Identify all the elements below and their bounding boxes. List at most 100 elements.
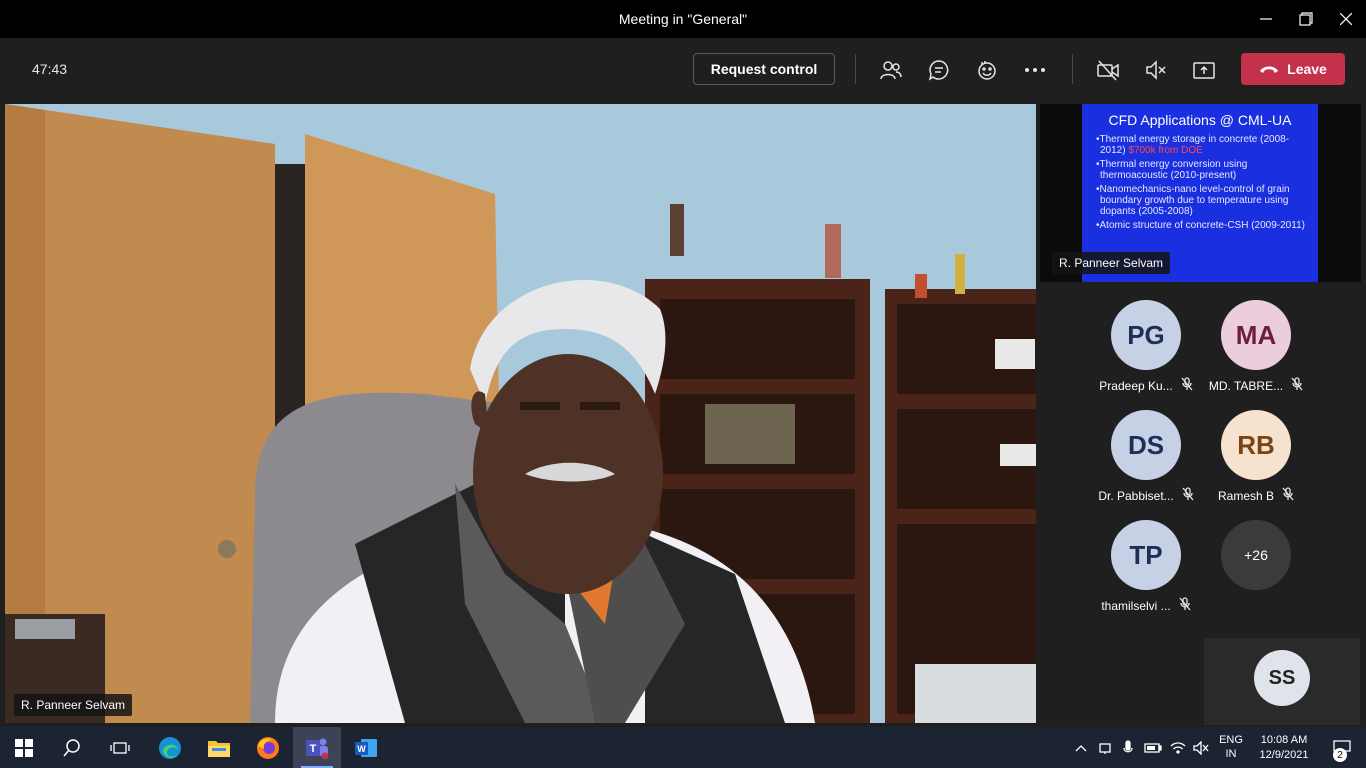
close-icon [1340,13,1352,25]
minimize-icon [1260,18,1272,20]
language-code: ENG [1219,734,1243,746]
avatar: DS [1111,410,1181,480]
task-view-button[interactable] [96,727,144,768]
toolbar-divider [855,54,856,84]
more-options-button[interactable] [1020,55,1050,85]
participants-panel: CFD Applications @ CML-UA •Thermal energ… [1036,104,1366,725]
mic-off-icon [1182,487,1194,504]
start-button[interactable] [0,727,48,768]
participant-name: Ramesh B [1217,488,1275,503]
edge-icon [159,736,181,759]
svg-text:T: T [310,743,317,755]
camera-toggle-button[interactable] [1093,55,1123,85]
slide-bullet: •Thermal energy storage in concrete (200… [1096,134,1290,156]
clock-date: 12/9/2021 [1259,749,1309,761]
more-icon [1025,68,1045,72]
slide-bullet: •Nanomechanics-nano level-control of gra… [1096,184,1290,217]
more-participants-tile[interactable]: +26 [1201,520,1311,620]
request-control-button[interactable]: Request control [693,53,835,85]
wifi-icon [1170,741,1186,754]
taskbar-word[interactable]: W [342,727,390,768]
chat-icon [928,60,949,81]
participant-name: thamilselvi ... [1101,598,1171,613]
participant-name: MD. TABRE... [1208,378,1284,393]
reactions-icon [978,61,996,80]
file-explorer-icon [208,740,230,757]
clock-time: 10:08 AM [1260,734,1308,746]
close-button[interactable] [1323,0,1366,38]
participant-tile[interactable]: DS Dr. Pabbiset... [1091,410,1201,510]
avatar: RB [1221,410,1291,480]
participants-button[interactable] [876,55,906,85]
participant-tile[interactable]: MA MD. TABRE... [1201,300,1311,400]
windows-taskbar: T W ENG IN 10:08 AM 12/9/2021 2 [0,727,1366,768]
taskbar-teams[interactable]: T [293,727,341,768]
reactions-button[interactable] [972,55,1002,85]
slide-bullet: •Atomic structure of concrete-CSH (2009-… [1096,220,1305,231]
slide-bullet: •Thermal energy conversion using thermoa… [1096,159,1248,181]
share-screen-button[interactable] [1189,55,1219,85]
tray-device-button[interactable] [1094,727,1116,768]
device-icon [1099,742,1111,754]
share-screen-icon [1193,62,1215,79]
participants-icon [880,61,902,80]
shared-content-tile[interactable]: CFD Applications @ CML-UA •Thermal energ… [1040,104,1361,282]
restore-icon [1299,12,1313,26]
input-language-button[interactable]: ENG IN [1214,733,1248,761]
search-icon [63,738,80,756]
leave-button[interactable]: Leave [1241,53,1345,85]
windows-start-icon [15,738,33,757]
word-icon: W [355,738,377,757]
toolbar-divider [1072,54,1073,84]
mic-off-icon [1291,377,1303,394]
overflow-count: +26 [1221,520,1291,590]
mic-off-icon [1179,597,1191,614]
participant-tile[interactable]: PG Pradeep Ku... [1091,300,1201,400]
share-presenter-name-tag: R. Panneer Selvam [1052,252,1171,274]
window-title: Meeting in "General" [618,11,748,27]
avatar: PG [1111,300,1181,370]
microphone-icon [1123,739,1133,752]
task-view-icon [110,741,130,754]
speaker-muted-icon [1146,60,1166,80]
participant-tile[interactable]: RB Ramesh B [1201,410,1311,510]
participant-name: Dr. Pabbiset... [1098,488,1174,503]
battery-icon [1144,742,1162,753]
participant-tile[interactable]: TP thamilselvi ... [1091,520,1201,620]
mic-off-icon [1282,487,1294,504]
self-view-tile[interactable]: SS [1204,638,1360,725]
language-region: IN [1225,748,1237,760]
title-bar: Meeting in "General" [0,0,1366,38]
notification-count-badge: 2 [1333,748,1347,762]
hang-up-icon [1260,66,1279,73]
chat-button[interactable] [924,55,954,85]
taskbar-file-explorer[interactable] [195,727,243,768]
presenter-video-image [5,104,1036,723]
avatar: TP [1111,520,1181,590]
meeting-timer: 47:43 [32,61,68,77]
firefox-icon [257,736,279,759]
tray-battery-button[interactable] [1141,727,1165,768]
self-avatar: SS [1254,650,1310,706]
slide-title: CFD Applications @ CML-UA [1108,112,1292,128]
taskbar-search-button[interactable] [48,727,96,768]
volume-muted-icon [1193,740,1209,755]
presenter-name-tag: R. Panneer Selvam [14,694,133,716]
taskbar-firefox[interactable] [244,727,292,768]
svg-text:W: W [357,744,366,754]
taskbar-clock[interactable]: 10:08 AM 12/9/2021 [1250,733,1318,763]
main-video-feed[interactable]: R. Panneer Selvam [5,104,1036,723]
teams-icon: T [306,738,329,759]
leave-label: Leave [1287,61,1327,77]
participant-name: Pradeep Ku... [1099,378,1173,393]
taskbar-edge[interactable] [146,727,194,768]
tray-network-button[interactable] [1167,727,1189,768]
chevron-up-icon [1075,744,1087,751]
show-hidden-icons-button[interactable] [1070,727,1092,768]
speaker-toggle-button[interactable] [1141,55,1171,85]
tray-microphone-button[interactable] [1117,727,1139,768]
meeting-toolbar: 47:43 Request control Leave [0,38,1366,102]
tray-volume-button[interactable] [1190,727,1212,768]
mic-off-icon [1181,377,1193,394]
camera-off-icon [1097,60,1119,81]
